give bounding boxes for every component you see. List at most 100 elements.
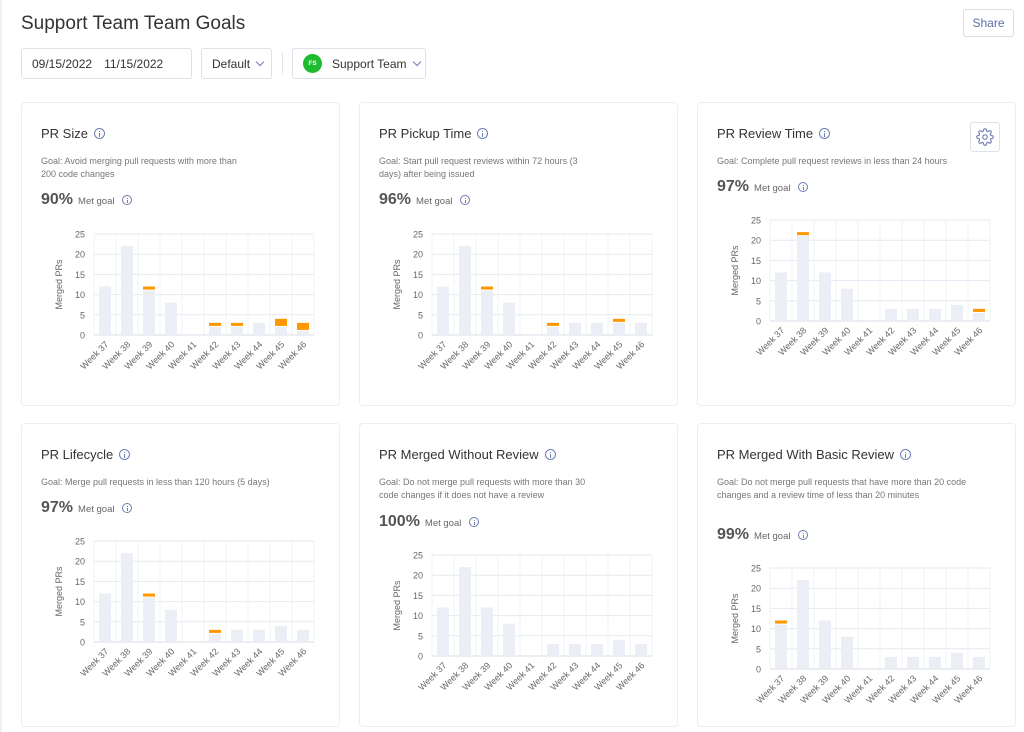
date-range-picker[interactable]: 09/15/2022 11/15/2022 [21,48,192,79]
bar-met-goal [143,290,155,335]
bar-met-goal [775,272,787,321]
y-tick-label: 15 [413,270,423,280]
chevron-down-icon [255,57,265,66]
bar-missed-goal [209,629,221,633]
met-goal-percent: 97% [41,499,74,516]
info-icon[interactable] [819,128,831,139]
y-tick-label: 10 [413,290,423,300]
y-tick-label: 10 [751,624,761,634]
bar-missed-goal [209,322,221,326]
bar-met-goal [951,652,963,669]
settings-button[interactable] [970,122,1000,152]
y-tick-label: 20 [751,584,761,594]
view-select-value: Default [212,56,251,71]
team-avatar: FS [303,54,322,73]
bar-chart: 0510152025Merged PRsWeek 37Week 38Week 3… [730,216,991,357]
bar-chart: 0510152025Merged PRsWeek 37Week 38Week 3… [392,230,653,371]
bar-met-goal [165,302,177,335]
goal-description: Goal: Do not merge pull requests with mo… [379,477,586,500]
bar-met-goal [437,286,449,335]
bar-met-goal [591,322,603,335]
y-tick-label: 5 [418,631,423,641]
bar-met-goal [209,633,221,642]
info-icon[interactable] [798,182,809,192]
bar-met-goal [569,643,581,656]
info-icon[interactable] [119,449,131,460]
bar-met-goal [503,302,515,335]
share-button[interactable]: Share [963,9,1014,37]
card-title-text: PR Lifecycle [41,447,114,462]
bar-met-goal [819,272,831,321]
y-tick-label: 25 [751,564,761,574]
met-goal-summary: 97% Met goal [41,499,133,517]
bar-met-goal [231,326,243,335]
met-goal-summary: 96% Met goal [379,191,471,209]
bar-missed-goal [775,620,787,624]
bar-missed-goal [231,322,243,326]
met-goal-summary: 100% Met goal [379,513,480,531]
met-goal-percent: 100% [379,513,420,530]
y-tick-label: 0 [80,638,85,648]
bar-met-goal [635,643,647,656]
bar-met-goal [951,304,963,321]
bar-met-goal [841,636,853,669]
info-icon[interactable] [122,195,133,205]
bar-missed-goal [613,318,625,322]
bar-chart: 0510152025Merged PRsWeek 37Week 38Week 3… [54,537,315,678]
info-icon[interactable] [798,530,809,540]
bar-met-goal [885,656,897,669]
bar-met-goal [547,643,559,656]
card-title: PR Merged With Basic Review [717,447,911,462]
y-tick-label: 20 [413,571,423,581]
y-tick-label: 25 [75,537,85,547]
y-tick-label: 5 [756,296,761,306]
bar-met-goal [459,246,471,335]
bar-met-goal [569,322,581,335]
bar-met-goal [797,580,809,669]
bar-met-goal [973,656,985,669]
bar-met-goal [143,597,155,642]
info-icon[interactable] [900,449,911,460]
filter-divider [282,52,283,74]
bar-met-goal [907,656,919,669]
y-tick-label: 15 [751,604,761,614]
bar-met-goal [591,643,603,656]
bar-chart: 0510152025Merged PRsWeek 37Week 38Week 3… [392,551,653,692]
view-select[interactable]: Default [201,48,272,79]
bar-met-goal [929,656,941,669]
met-goal-label: Met goal [424,518,462,529]
bar-met-goal [481,290,493,335]
y-tick-label: 5 [418,310,423,320]
bar-met-goal [231,629,243,642]
info-icon[interactable] [469,517,480,527]
y-tick-label: 5 [80,310,85,320]
info-icon[interactable] [93,128,105,139]
met-goal-label: Met goal [754,183,791,194]
info-icon[interactable] [460,195,471,205]
y-tick-label: 25 [75,230,85,240]
bar-met-goal [165,609,177,642]
y-tick-label: 0 [80,331,85,341]
y-tick-label: 15 [75,270,85,280]
bar-met-goal [503,623,515,656]
card-title: PR Lifecycle [41,447,131,462]
goal-card-pr-size: PR Size Goal: Avoid merging pull requests… [21,102,340,406]
bar-met-goal [437,607,449,656]
page-left-border [0,0,2,732]
card-title-text: PR Pickup Time [379,126,472,141]
bar-met-goal [459,567,471,656]
info-icon[interactable] [122,503,133,513]
bar-met-goal [209,326,221,335]
y-tick-label: 0 [756,665,761,675]
bar-met-goal [841,288,853,321]
chevron-down-icon [412,57,421,66]
start-date: 09/15/2022 [32,56,93,71]
bar-missed-goal [797,232,809,236]
bar-missed-goal [275,318,287,326]
bar-met-goal [547,326,559,335]
team-select[interactable]: FS Support Team [292,48,426,79]
bar-met-goal [885,308,897,321]
y-axis-label: Merged PRs [54,259,64,310]
info-icon[interactable] [477,128,489,139]
info-icon[interactable] [544,449,556,460]
